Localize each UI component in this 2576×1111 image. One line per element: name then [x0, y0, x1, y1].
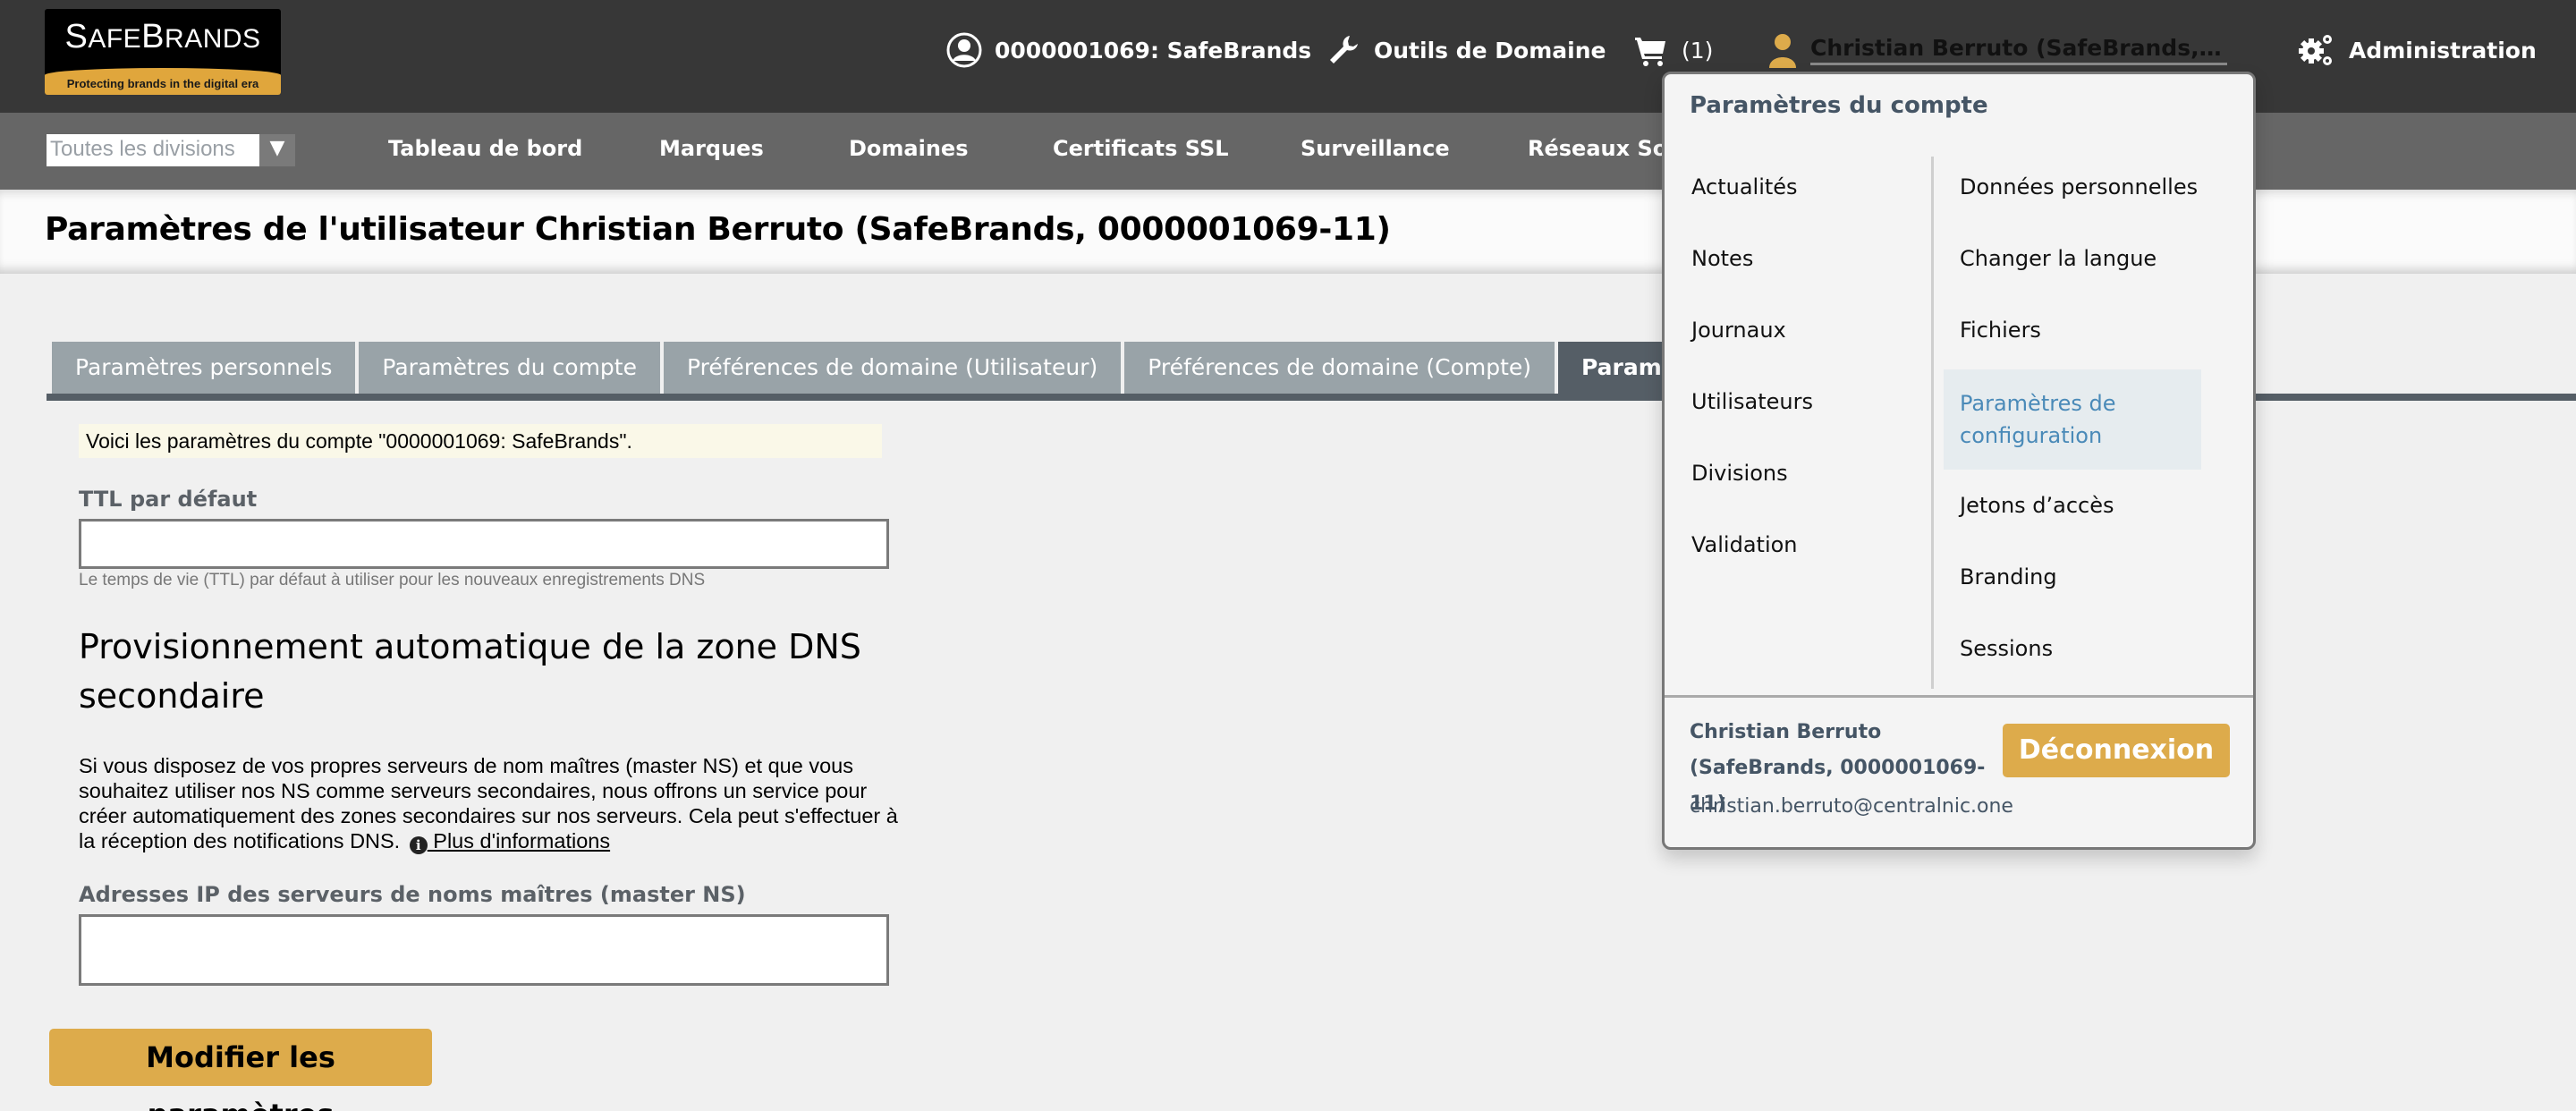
section-heading: Provisionnement automatique de la zone D… [79, 627, 861, 716]
administration-menu[interactable]: Administration [2297, 30, 2537, 70]
tab-domain-preferences-account[interactable]: Préférences de domaine (Compte) [1124, 342, 1555, 394]
tab-domain-preferences-user[interactable]: Préférences de domaine (Utilisateur) [664, 342, 1122, 394]
cart-icon [1635, 38, 1665, 66]
nav-ssl-certificates[interactable]: Certificats SSL [1053, 136, 1229, 161]
account-label: 0000001069: SafeBrands [995, 37, 1312, 64]
menu-item-divisions[interactable]: Divisions [1691, 461, 1788, 486]
footer-divider [1665, 695, 2253, 698]
menu-item-users[interactable]: Utilisateurs [1691, 389, 1813, 414]
menu-item-logs[interactable]: Journaux [1691, 318, 1786, 343]
info-message: Voici les paramètres du compte "00000010… [79, 424, 882, 458]
safebrands-logo[interactable]: SAFEBRANDS Protecting brands in the digi… [45, 9, 281, 95]
menu-item-change-language[interactable]: Changer la langue [1960, 246, 2157, 271]
nav-brands[interactable]: Marques [659, 136, 764, 161]
menu-item-validation[interactable]: Validation [1691, 532, 1798, 557]
logout-button[interactable]: Déconnexion [2003, 724, 2230, 777]
menu-item-sessions[interactable]: Sessions [1960, 636, 2053, 661]
dropdown-title: Paramètres du compte [1690, 92, 1988, 119]
master-ns-label: Adresses IP des serveurs de noms maîtres… [79, 882, 746, 907]
menu-item-files[interactable]: Fichiers [1960, 318, 2041, 343]
menu-item-personal-data[interactable]: Données personnelles [1960, 174, 2198, 199]
cart-count: (1) [1682, 37, 1714, 64]
info-icon: i [409, 836, 428, 854]
wrench-icon [1330, 36, 1358, 64]
tab-personal-settings[interactable]: Paramètres personnels [52, 342, 356, 394]
tab-account-settings[interactable]: Paramètres du compte [359, 342, 660, 394]
menu-item-news[interactable]: Actualités [1691, 174, 1798, 199]
domain-tools-menu[interactable]: Outils de Domaine [1326, 30, 1606, 70]
logo-text: SAFEBRANDS [64, 18, 261, 55]
master-ns-textarea[interactable] [79, 914, 889, 986]
ttl-label: TTL par défaut [79, 487, 258, 512]
division-select[interactable]: Toutes les divisions ▼ [47, 134, 295, 166]
ttl-input[interactable] [79, 519, 889, 569]
page-title: Paramètres de l'utilisateur Christian Be… [45, 211, 1391, 248]
section-description: Si vous disposez de vos propres serveurs… [79, 753, 902, 854]
division-select-value: Toutes les divisions [47, 134, 259, 166]
administration-label: Administration [2349, 37, 2537, 64]
nav-domains[interactable]: Domaines [849, 136, 969, 161]
ttl-help-text: Le temps de vie (TTL) par défaut à utili… [79, 571, 706, 589]
user-menu-label: Christian Berruto (SafeBrands, 000000106… [1810, 35, 2227, 65]
logo-tagline: Protecting brands in the digital era [66, 77, 259, 90]
nav-dashboard[interactable]: Tableau de bord [388, 136, 582, 161]
user-circle-icon [946, 32, 982, 68]
user-menu[interactable]: Christian Berruto (SafeBrands, 000000106… [1767, 30, 2227, 70]
account-dropdown-menu: Paramètres du compte Actualités Notes Jo… [1662, 72, 2256, 850]
menu-item-notes[interactable]: Notes [1691, 246, 1753, 271]
chevron-down-icon[interactable]: ▼ [259, 134, 295, 166]
gears-icon [2299, 35, 2332, 65]
person-icon [1769, 34, 1796, 68]
more-info-link[interactable]: Plus d'informations [428, 829, 610, 852]
menu-item-access-tokens[interactable]: Jetons d’accès [1960, 493, 2114, 518]
cart-button[interactable]: (1) [1633, 30, 1713, 70]
account-menu[interactable]: 0000001069: SafeBrands [946, 30, 1311, 70]
column-divider [1931, 157, 1934, 689]
nav-monitoring[interactable]: Surveillance [1301, 136, 1450, 161]
menu-item-branding[interactable]: Branding [1960, 564, 2057, 589]
dropdown-user-email: christian.berruto@centralnic.one [1690, 795, 2013, 818]
save-settings-button[interactable]: Modifier les paramètres [49, 1029, 432, 1111]
domain-tools-label: Outils de Domaine [1374, 37, 1606, 64]
menu-item-configuration-settings[interactable]: Paramètres de configuration [1944, 369, 2201, 470]
